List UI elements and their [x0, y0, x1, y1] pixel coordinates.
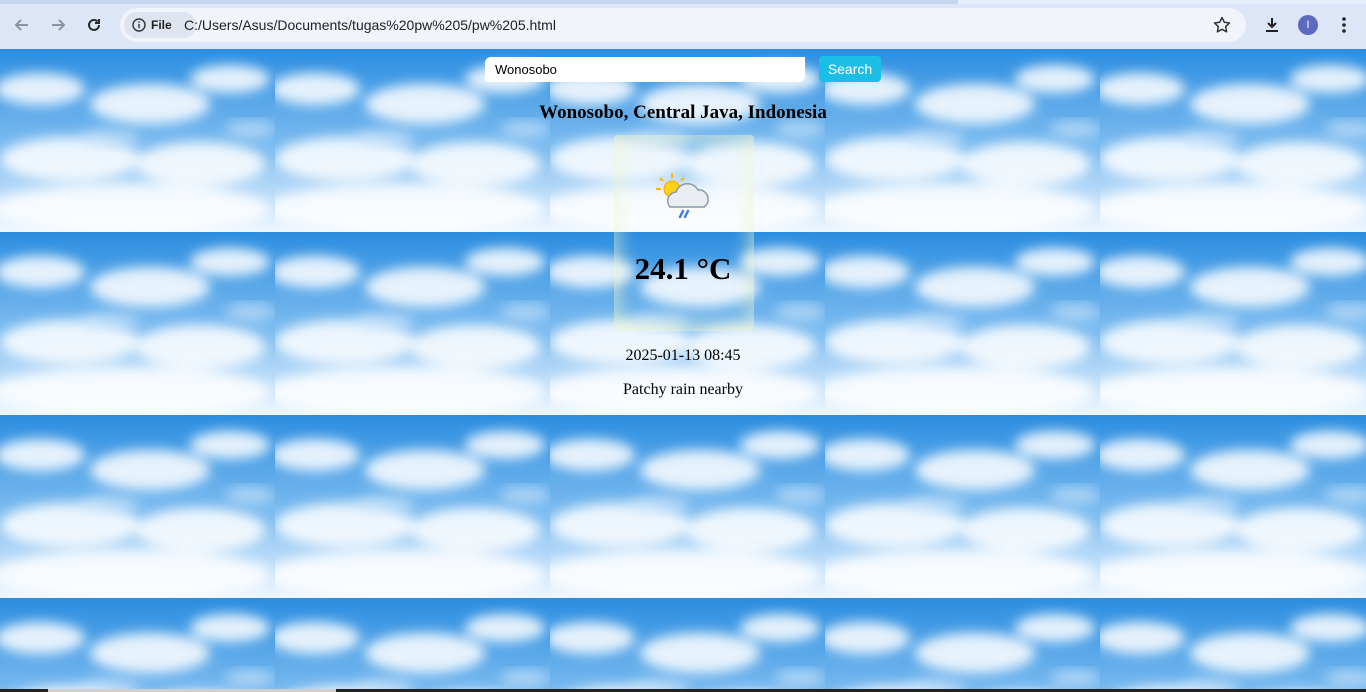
bookmark-star-icon[interactable]: [1212, 15, 1232, 35]
search-button[interactable]: Search: [819, 56, 881, 82]
back-button[interactable]: [10, 13, 34, 37]
menu-button[interactable]: [1332, 13, 1356, 37]
avatar: I: [1298, 15, 1318, 35]
address-bar[interactable]: File C:/Users/Asus/Documents/tugas%20pw%…: [120, 8, 1246, 42]
profile-button[interactable]: I: [1296, 13, 1320, 37]
kebab-menu-icon: [1342, 17, 1346, 33]
url-text[interactable]: C:/Users/Asus/Documents/tugas%20pw%205/p…: [184, 17, 556, 33]
site-chip-label: File: [151, 18, 172, 32]
browser-toolbar: File C:/Users/Asus/Documents/tugas%20pw%…: [0, 0, 1366, 50]
download-icon: [1266, 18, 1278, 32]
location-title: Wonosobo, Central Java, Indonesia: [539, 102, 827, 123]
downloads-button[interactable]: [1260, 13, 1284, 37]
patchy-rain-icon: [656, 173, 709, 219]
tab-strip-edge: [958, 0, 1366, 4]
temperature: 24.1 °C: [634, 251, 732, 286]
forward-button[interactable]: [46, 13, 70, 37]
reload-button[interactable]: [82, 13, 106, 37]
local-datetime: 2025-01-13 08:45: [625, 347, 741, 364]
weather-condition: Patchy rain nearby: [623, 381, 743, 398]
weather-card: [614, 135, 754, 331]
forward-arrow-icon: [52, 19, 66, 31]
page-viewport: Search Wonosobo, Central Java, Indonesia…: [0, 49, 1366, 692]
info-icon: [132, 18, 146, 32]
reload-icon: [88, 18, 100, 31]
city-search-input[interactable]: [485, 57, 805, 82]
tab-strip: [0, 0, 1366, 4]
back-arrow-icon: [14, 19, 28, 31]
